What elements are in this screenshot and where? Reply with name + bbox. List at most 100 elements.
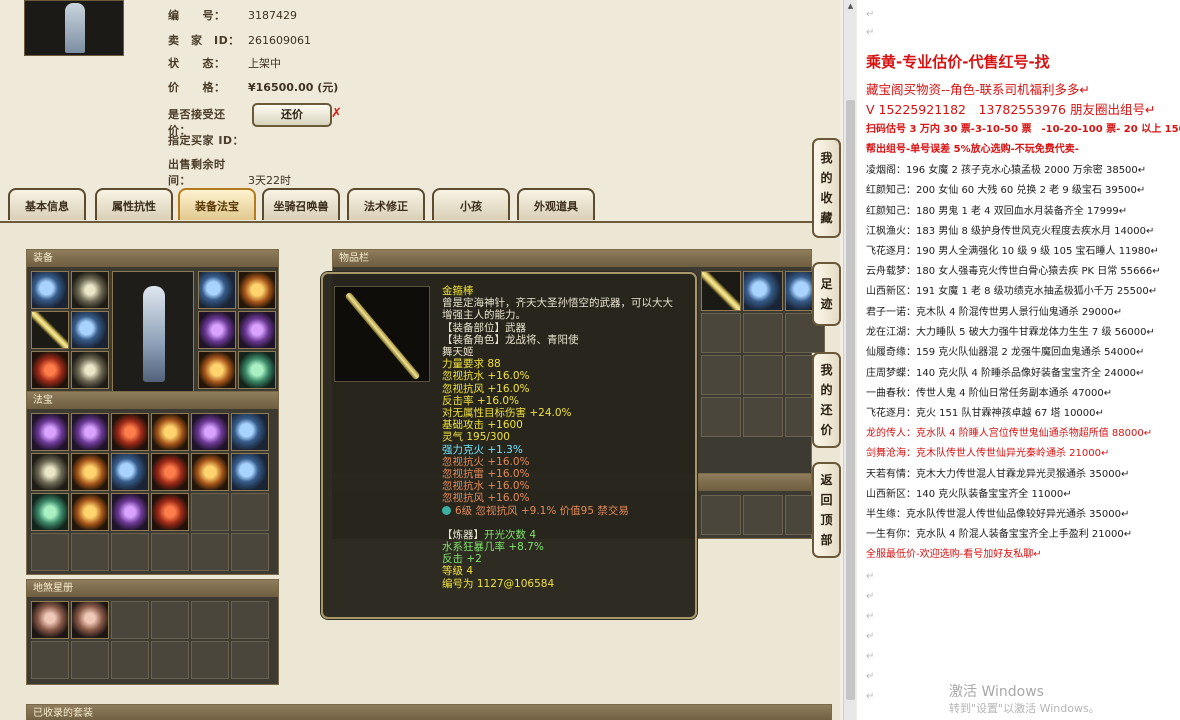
paragraph-mark: ↵	[866, 591, 875, 602]
treasure-slot[interactable]	[191, 533, 229, 571]
treasure-slot[interactable]	[231, 413, 269, 451]
tooltip-text: 金箍棒 曾是定海神针，齐天大圣孙悟空的武器，可以大大 增强主人的能力。 【装备部…	[442, 285, 692, 590]
scroll-up-arrow-icon[interactable]: ▲	[846, 2, 855, 11]
tab-spells[interactable]: 法术修正	[347, 188, 425, 220]
equip-slot[interactable]	[238, 271, 276, 309]
buyer-label: 指定买家 ID：	[168, 134, 245, 147]
treasure-slot[interactable]	[71, 453, 109, 491]
equip-slot[interactable]	[31, 271, 69, 309]
treasure-slot[interactable]	[151, 493, 189, 531]
extra-slot[interactable]	[701, 495, 741, 535]
equip-slot[interactable]	[198, 271, 236, 309]
item-serial: 编号为 1127@106584	[442, 577, 555, 590]
cross-icon: ✗	[331, 106, 342, 121]
paragraph-mark: ↵	[866, 27, 875, 38]
page-scrollbar[interactable]: ▲	[843, 0, 856, 720]
star-album-slot[interactable]	[111, 641, 149, 679]
equip-slot[interactable]	[238, 311, 276, 349]
item-tooltip: 金箍棒 曾是定海神针，齐天大圣孙悟空的武器，可以大大 增强主人的能力。 【装备部…	[321, 272, 697, 619]
treasure-slot[interactable]	[191, 493, 229, 531]
star-album-slot[interactable]	[111, 601, 149, 639]
star-album-slot[interactable]	[31, 641, 69, 679]
star-album-slot[interactable]	[71, 641, 109, 679]
treasure-slot[interactable]	[71, 413, 109, 451]
inventory-slot[interactable]	[701, 313, 741, 353]
equip-slot[interactable]	[238, 351, 276, 389]
treasure-slot[interactable]	[31, 533, 69, 571]
item-stat: 忽视抗火 +16.0%	[442, 455, 530, 468]
paragraph-mark: ↵	[866, 671, 875, 682]
my-favorites-button[interactable]: 我 的 收 藏	[812, 138, 841, 238]
listing-page: 编 号： 3187429 卖 家 ID： 261609061 状 态： 上架中 价 格…	[0, 0, 840, 720]
treasure-slot[interactable]	[111, 413, 149, 451]
equip-slot[interactable]	[71, 311, 109, 349]
treasure-slot[interactable]	[111, 533, 149, 571]
offers-char: 的	[820, 383, 833, 397]
inventory-slot[interactable]	[743, 313, 783, 353]
item-gem: 6级 忽视抗风 +9.1% 价值95 禁交易	[455, 504, 629, 517]
star-album-slot[interactable]	[191, 601, 229, 639]
back-to-top-button[interactable]: 返 回 顶 部	[812, 462, 841, 558]
treasure-slot[interactable]	[71, 533, 109, 571]
listing-line-highlight: 剑舞沧海：克木队传世人传世仙异光秦岭通杀 21000↵	[866, 448, 1110, 459]
equip-slot[interactable]	[31, 351, 69, 389]
tab-basic-info[interactable]: 基本信息	[8, 188, 86, 220]
collected-sets-header: 已收录的套装	[27, 705, 831, 720]
seller-id: 261609061	[248, 34, 311, 47]
treasure-slot[interactable]	[31, 413, 69, 451]
listing-number-label: 编 号：	[168, 9, 226, 22]
star-album-slot[interactable]	[71, 601, 109, 639]
extra-slot[interactable]	[743, 495, 783, 535]
refine-line: 【炼器】开光次数 4	[442, 529, 692, 541]
inventory-slot[interactable]	[743, 271, 783, 311]
paragraph-mark: ↵	[866, 611, 875, 622]
treasure-slot[interactable]	[31, 493, 69, 531]
treasure-slot[interactable]	[71, 493, 109, 531]
inventory-slot-weapon[interactable]	[701, 271, 741, 311]
listing-line: 江枫渔火：183 男仙 8 级护身传世风克火程度去疾水月 14000↵	[866, 226, 1155, 237]
counter-offer-button[interactable]: 还价	[252, 103, 332, 127]
listing-number-row: 编 号： 3187429	[168, 8, 297, 24]
price-value: ¥16500.00 (元)	[248, 81, 339, 94]
star-album-slot[interactable]	[231, 601, 269, 639]
treasure-slot[interactable]	[231, 533, 269, 571]
treasure-slot[interactable]	[151, 533, 189, 571]
scroll-thumb[interactable]	[846, 100, 855, 700]
equip-slot[interactable]	[198, 351, 236, 389]
tab-mounts[interactable]: 坐骑召唤兽	[262, 188, 340, 220]
treasure-slot[interactable]	[191, 453, 229, 491]
my-offers-button[interactable]: 我 的 还 价	[812, 352, 841, 448]
inventory-slot[interactable]	[743, 397, 783, 437]
treasure-slot[interactable]	[111, 453, 149, 491]
inventory-slot[interactable]	[701, 355, 741, 395]
footprint-button[interactable]: 足 迹	[812, 262, 841, 326]
equip-slot[interactable]	[71, 351, 109, 389]
star-album-slot[interactable]	[31, 601, 69, 639]
star-album-slot[interactable]	[151, 601, 189, 639]
activation-watermark: 激活 Windows	[949, 684, 1044, 700]
tab-appearance[interactable]: 外观道具	[517, 188, 595, 220]
star-album-slot[interactable]	[151, 641, 189, 679]
inventory-slot[interactable]	[701, 397, 741, 437]
tab-attributes[interactable]: 属性抗性	[95, 188, 173, 220]
seller-label: 卖 家 ID：	[168, 34, 240, 47]
tab-equipment[interactable]: 装备法宝	[178, 188, 256, 220]
treasure-slot[interactable]	[231, 453, 269, 491]
treasure-slot[interactable]	[191, 413, 229, 451]
equip-slot[interactable]	[198, 311, 236, 349]
star-album-slot[interactable]	[191, 641, 229, 679]
star-album-slot[interactable]	[231, 641, 269, 679]
treasure-slot[interactable]	[31, 453, 69, 491]
inventory-slot[interactable]	[743, 355, 783, 395]
equip-slot[interactable]	[71, 271, 109, 309]
paragraph-mark: ↵	[866, 691, 875, 702]
treasure-slot[interactable]	[111, 493, 149, 531]
listing-line: 山西新区：191 女魔 1 老 8 级功绩克水抽孟极狐小千万 25500↵	[866, 286, 1158, 297]
remaining-value: 3天22时	[248, 174, 291, 187]
equip-slot[interactable]	[31, 311, 69, 349]
inventory-header: 物品栏	[333, 250, 811, 267]
treasure-slot[interactable]	[151, 453, 189, 491]
treasure-slot[interactable]	[231, 493, 269, 531]
tab-child[interactable]: 小孩	[432, 188, 510, 220]
treasure-slot[interactable]	[151, 413, 189, 451]
